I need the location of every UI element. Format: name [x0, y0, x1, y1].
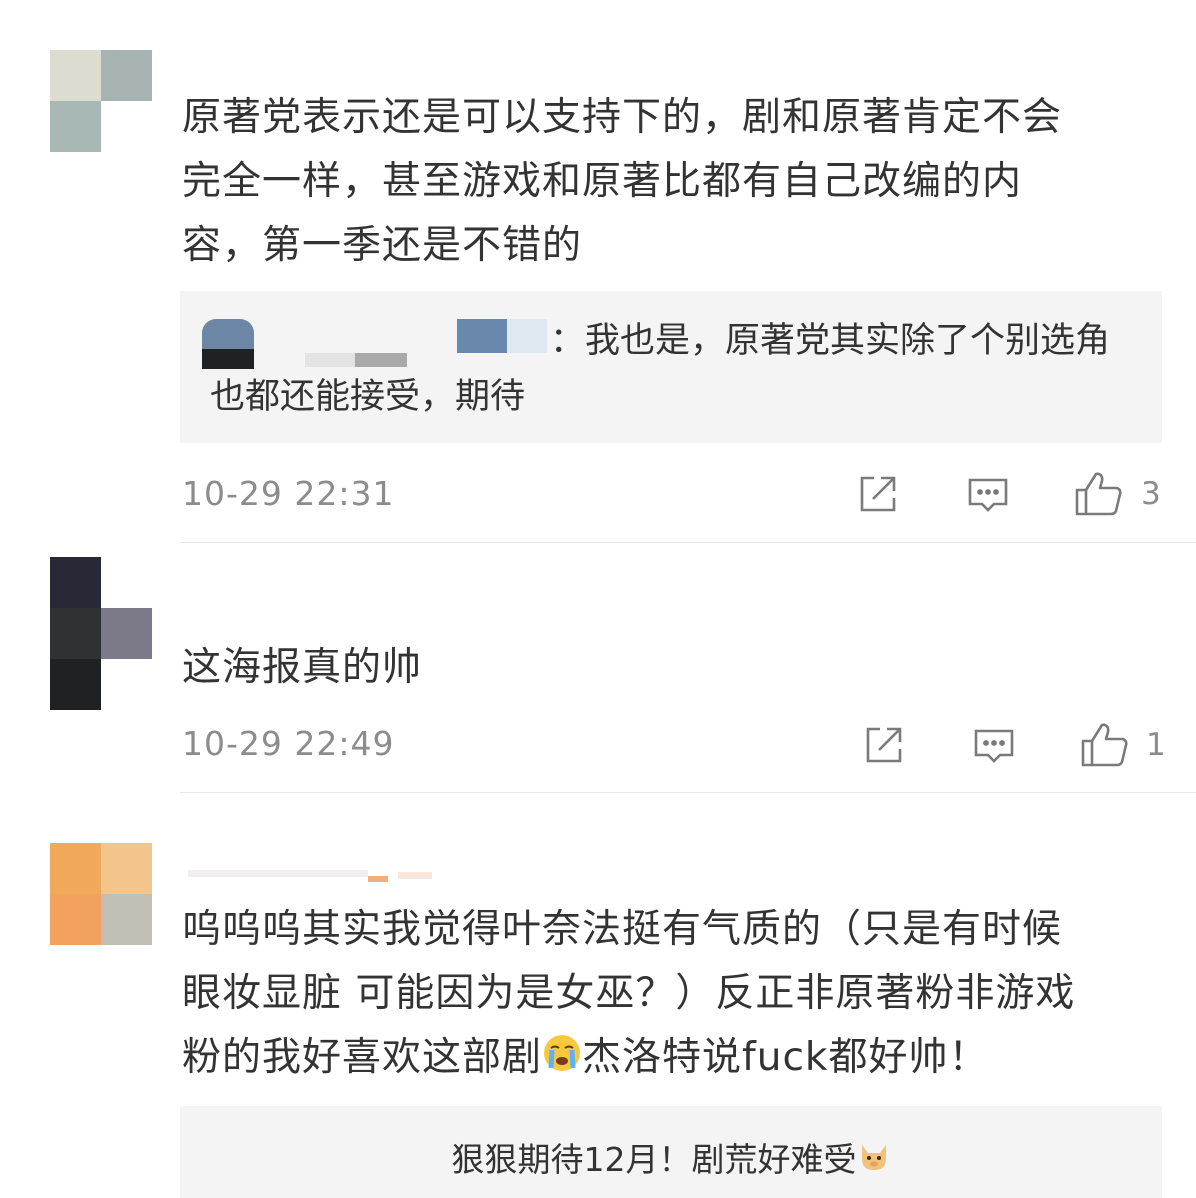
thumbs-up-icon[interactable] [1080, 721, 1130, 769]
reply-preview[interactable]: ：我也是，原著党其实除了个别选角 也都还能接受，期待 [180, 291, 1162, 443]
avatar[interactable] [50, 50, 152, 152]
crying-emoji [542, 1028, 582, 1092]
like-count: 3 [1141, 476, 1161, 512]
avatar[interactable] [50, 557, 152, 710]
divider [180, 792, 1196, 793]
thumbs-up-icon[interactable] [1074, 470, 1124, 518]
reply-preview[interactable]: 狠狠期待12月！剧荒好难受 [180, 1106, 1162, 1198]
reply-text: 也都还能接受，期待 [210, 377, 526, 417]
share-icon[interactable] [856, 472, 900, 516]
comment-icon[interactable] [966, 472, 1010, 516]
like-count: 1 [1146, 727, 1166, 763]
comment-icon[interactable] [972, 723, 1016, 767]
divider [180, 542, 1196, 543]
share-icon[interactable] [862, 723, 906, 767]
timestamp: 10-29 22:31 [182, 474, 395, 513]
comment-text: 呜呜呜其实我觉得叶奈法挺有气质的（只是有时候 眼妆显脏 可能因为是女巫？）反正非… [182, 898, 1157, 1092]
dog-emoji [857, 1134, 891, 1190]
timestamp: 10-29 22:49 [182, 724, 395, 763]
comment-text: 这海报真的帅 [182, 645, 423, 690]
comment-text: 原著党表示还是可以支持下的，剧和原著肯定不会 完全一样，甚至游戏和原著比都有自己… [182, 95, 1063, 268]
reply-text: ：我也是，原著党其实除了个别选角 [550, 321, 1111, 361]
reply-text: 狠狠期待12月！剧荒好难受 [451, 1140, 857, 1179]
avatar[interactable] [50, 843, 152, 945]
